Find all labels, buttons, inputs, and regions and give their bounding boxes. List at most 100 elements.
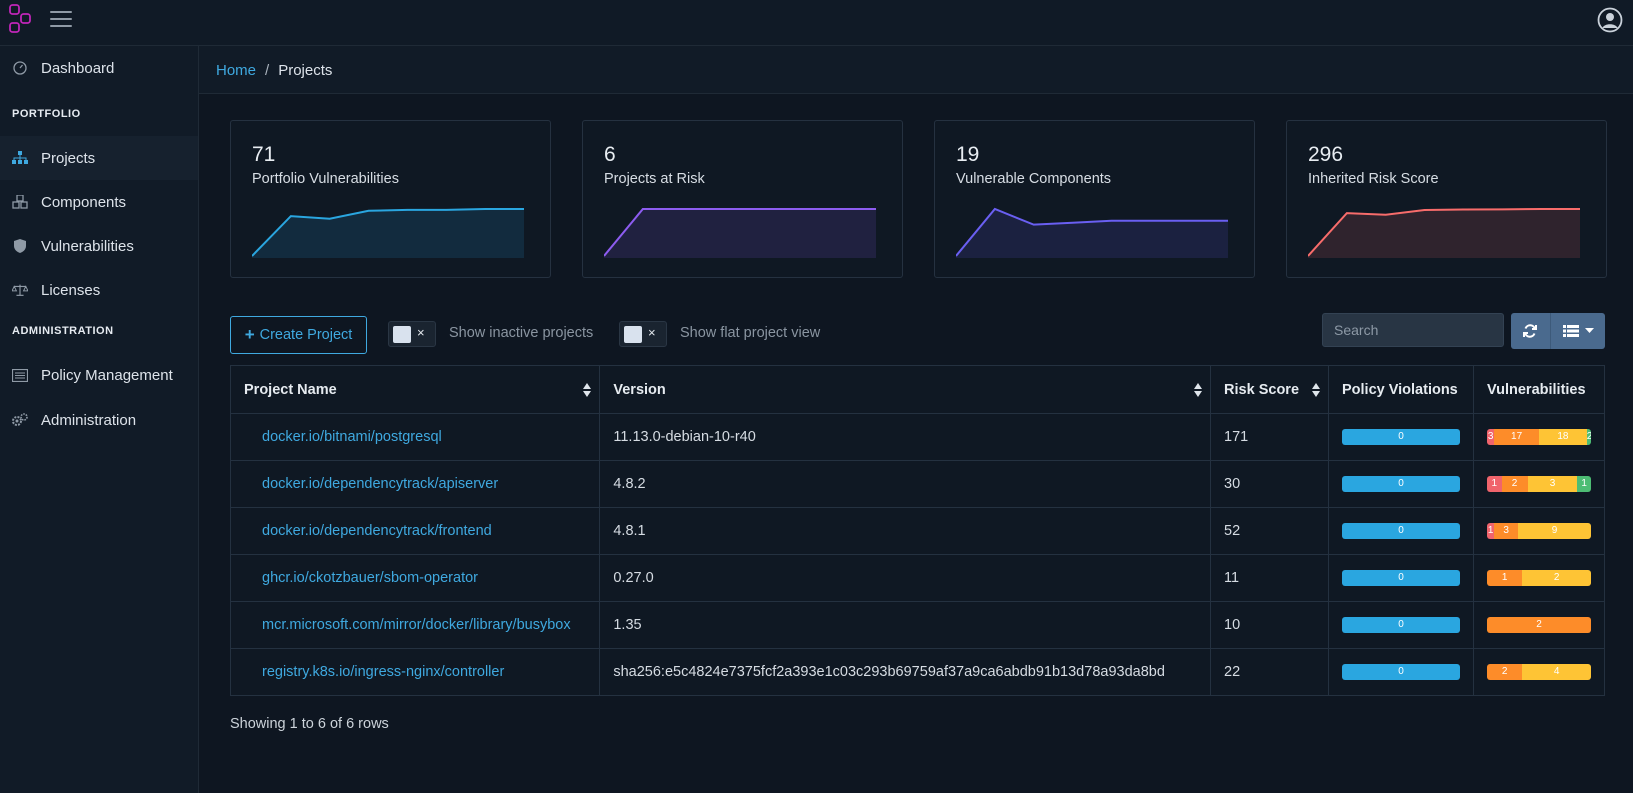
project-link[interactable]: docker.io/dependencytrack/apiserver (244, 476, 498, 492)
column-header-version[interactable]: Version (599, 365, 1212, 414)
metric-title: Inherited Risk Score (1308, 171, 1439, 187)
vulnerability-segment: 3 (1494, 523, 1519, 539)
project-link[interactable]: registry.k8s.io/ingress-nginx/controller (244, 664, 504, 680)
vulnerability-segment: 3 (1486, 429, 1495, 445)
list-alt-icon (12, 367, 28, 383)
cogs-icon (12, 412, 28, 428)
portfolio-vulnerabilities-sparkline (252, 208, 524, 258)
cell-risk-score: 10 (1210, 601, 1329, 649)
cell-project-name: docker.io/dependencytrack/frontend (229, 507, 601, 555)
cell-policy-violations: 0 (1327, 460, 1474, 508)
policy-violations-bar: 0 (1341, 429, 1460, 445)
metric-value: 71 (252, 143, 276, 166)
vulnerability-segment: 18 (1538, 429, 1587, 445)
cell-risk-score: 171 (1210, 413, 1329, 461)
show-inactive-projects-toggle[interactable]: × (388, 321, 436, 347)
cell-risk-score: 52 (1210, 507, 1329, 555)
inherited-risk-score-sparkline (1308, 208, 1580, 258)
refresh-button[interactable] (1511, 313, 1549, 349)
cell-policy-violations: 0 (1327, 601, 1474, 649)
cell-version: 11.13.0-debian-10-r40 (599, 413, 1212, 461)
vulnerabilities-bar: 12 (1486, 570, 1591, 586)
cell-version: 4.8.1 (599, 507, 1212, 555)
sidebar-item-licenses[interactable]: Licenses (0, 268, 198, 312)
policy-violations-bar: 0 (1341, 476, 1460, 492)
toggle-off-icon: × (417, 325, 425, 340)
breadcrumb-current: Projects (278, 62, 333, 79)
sort-icon (583, 383, 592, 397)
user-avatar-icon[interactable] (1597, 7, 1623, 33)
metric-card-inherited-risk-score: 296 Inherited Risk Score (1286, 120, 1607, 278)
vulnerability-segment: 2 (1486, 617, 1591, 633)
table-header-row: Project Name Version Risk Score Policy V… (229, 365, 1606, 414)
sidebar-item-administration[interactable]: Administration (0, 398, 198, 442)
projects-at-risk-sparkline (604, 208, 876, 258)
sidebar-item-components[interactable]: Components (0, 180, 198, 224)
sidebar-item-vulnerabilities[interactable]: Vulnerabilities (0, 224, 198, 268)
cubes-icon (12, 194, 28, 210)
show-flat-project-view-toggle[interactable]: × (619, 321, 667, 347)
toggle-knob (393, 326, 411, 343)
search-input[interactable] (1322, 313, 1504, 347)
vulnerability-segment: 1 (1577, 476, 1591, 492)
vulnerability-segment: 1 (1486, 523, 1495, 539)
table-row[interactable]: ghcr.io/ckotzbauer/sbom-operator 0.27.0 11… (229, 554, 1606, 602)
project-link[interactable]: mcr.microsoft.com/mirror/docker/library/… (244, 617, 571, 633)
sidebar-item-label: Dashboard (41, 59, 115, 77)
column-header-policy-violations[interactable]: Policy Violations (1327, 365, 1474, 414)
table-row[interactable]: docker.io/dependencytrack/apiserver 4.8.2… (229, 460, 1606, 508)
sidebar-item-label: Administration (41, 411, 137, 429)
projects-table: Project Name Version Risk Score Policy V… (229, 365, 1606, 696)
sidebar-section-portfolio: PORTFOLIO (12, 108, 81, 120)
table-row[interactable]: docker.io/dependencytrack/frontend 4.8.1 5… (229, 507, 1606, 555)
sparkline-area (956, 209, 1228, 258)
project-link[interactable]: docker.io/dependencytrack/frontend (244, 523, 492, 539)
column-header-risk-score[interactable]: Risk Score (1210, 365, 1329, 414)
refresh-icon (1523, 324, 1537, 338)
sparkline-area (1308, 209, 1580, 258)
cell-vulnerabilities: 139 (1472, 507, 1606, 555)
cell-policy-violations: 0 (1327, 554, 1474, 602)
toggle-knob (624, 326, 642, 343)
project-link[interactable]: ghcr.io/ckotzbauer/sbom-operator (244, 570, 478, 586)
column-header-vulnerabilities[interactable]: Vulnerabilities (1472, 365, 1606, 414)
vulnerability-segment: 17 (1494, 429, 1539, 445)
show-inactive-projects-label: Show inactive projects (449, 325, 594, 341)
cell-project-name: docker.io/bitnami/postgresql (229, 413, 601, 461)
table-row[interactable]: mcr.microsoft.com/mirror/docker/library/… (229, 601, 1606, 649)
project-link[interactable]: docker.io/bitnami/postgresql (244, 429, 442, 445)
sidebar-section-administration: ADMINISTRATION (12, 325, 114, 337)
cell-version: 4.8.2 (599, 460, 1212, 508)
vulnerability-segment: 2 (1522, 570, 1591, 586)
caret-down-icon (1584, 328, 1594, 333)
breadcrumb-home-link[interactable]: Home (216, 62, 256, 79)
sidebar-item-projects[interactable]: Projects (0, 136, 198, 180)
sidebar-item-dashboard[interactable]: Dashboard (0, 46, 198, 90)
metric-title: Vulnerable Components (956, 171, 1112, 187)
hamburger-menu-icon[interactable] (50, 11, 72, 29)
list-columns-icon (1562, 325, 1579, 337)
metric-value: 296 (1308, 143, 1344, 166)
table-row[interactable]: docker.io/bitnami/postgresql 11.13.0-debi… (229, 413, 1606, 461)
columns-dropdown-button[interactable] (1550, 313, 1605, 349)
sitemap-icon (12, 150, 28, 166)
cell-vulnerabilities: 1231 (1472, 460, 1606, 508)
metric-title: Projects at Risk (604, 171, 705, 187)
table-row[interactable]: registry.k8s.io/ingress-nginx/controller… (229, 648, 1606, 696)
vulnerabilities-bar: 2 (1486, 617, 1591, 633)
vulnerabilities-bar: 139 (1486, 523, 1591, 539)
create-project-button[interactable]: + Create Project (230, 316, 367, 354)
cell-version: sha256:e5c4824e7375fcf2a393e1c03c293b697… (599, 648, 1212, 696)
vulnerable-components-sparkline (956, 207, 1228, 258)
column-header-project-name[interactable]: Project Name (229, 365, 601, 414)
cell-policy-violations: 0 (1327, 507, 1474, 555)
policy-violations-bar: 0 (1341, 570, 1460, 586)
cell-policy-violations: 0 (1327, 413, 1474, 461)
metric-card-vulnerable-components: 19 Vulnerable Components (934, 120, 1255, 278)
dependency-track-logo-icon[interactable] (8, 4, 34, 36)
vulnerability-segment: 9 (1518, 523, 1591, 539)
vulnerabilities-bar: 1231 (1486, 476, 1591, 492)
cell-project-name: mcr.microsoft.com/mirror/docker/library/… (229, 601, 601, 649)
sidebar-item-policy-management[interactable]: Policy Management (0, 353, 198, 397)
vulnerability-segment: 3 (1527, 476, 1578, 492)
